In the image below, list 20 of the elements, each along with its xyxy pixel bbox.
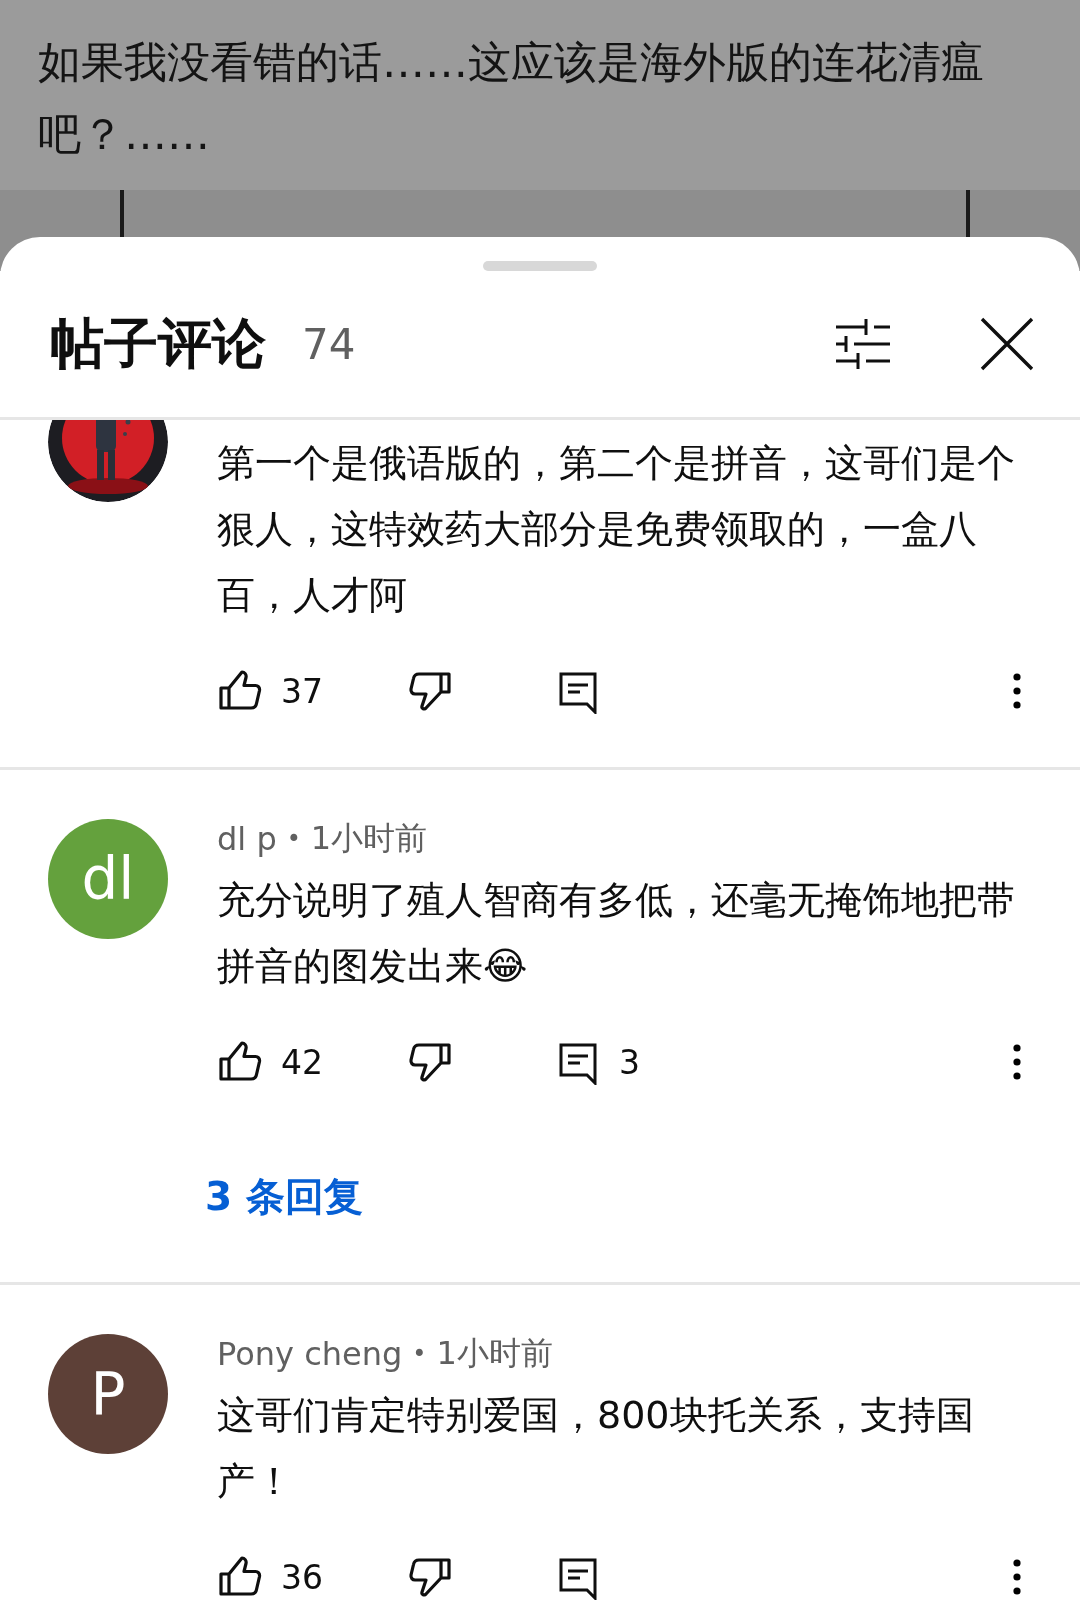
comment-text: 第一个是俄语版的，第二个是拼音，这哥们是个狠人，这特效药大部分是免费领取的，一盒八百，人才阿 <box>217 440 1016 619</box>
sheet-title: 帖子评论 <box>50 310 266 377</box>
drag-handle[interactable] <box>483 261 597 271</box>
avatar[interactable]: P <box>48 1334 168 1454</box>
like-count: 37 <box>281 671 323 711</box>
close-icon[interactable] <box>978 315 1036 373</box>
comment-text: 充分说明了殖人智商有多低，还毫无掩饰地把带拼音的图发出来😂 <box>217 877 1016 990</box>
comment-author[interactable]: dl p <box>217 820 277 858</box>
comment-time: 1小时前 <box>310 818 428 859</box>
separator-dot: • <box>286 825 301 853</box>
reply-count: 3 <box>619 1042 640 1082</box>
comment-text: 这哥们肯定特别爱国，800块托关系，支持国产！ <box>217 1392 975 1505</box>
comment-time: 1小时前 <box>436 1333 553 1374</box>
comment-count: 74 <box>302 319 356 369</box>
comment-author[interactable]: Pony cheng <box>217 1335 403 1373</box>
post-text: 如果我没看错的话……这应该是海外版的连花清瘟吧？…… <box>38 36 985 161</box>
like-count: 36 <box>281 1557 323 1597</box>
like-count: 42 <box>281 1042 323 1082</box>
separator-dot: • <box>412 1340 427 1368</box>
replies-link[interactable]: 3 条回复 <box>205 1167 363 1227</box>
